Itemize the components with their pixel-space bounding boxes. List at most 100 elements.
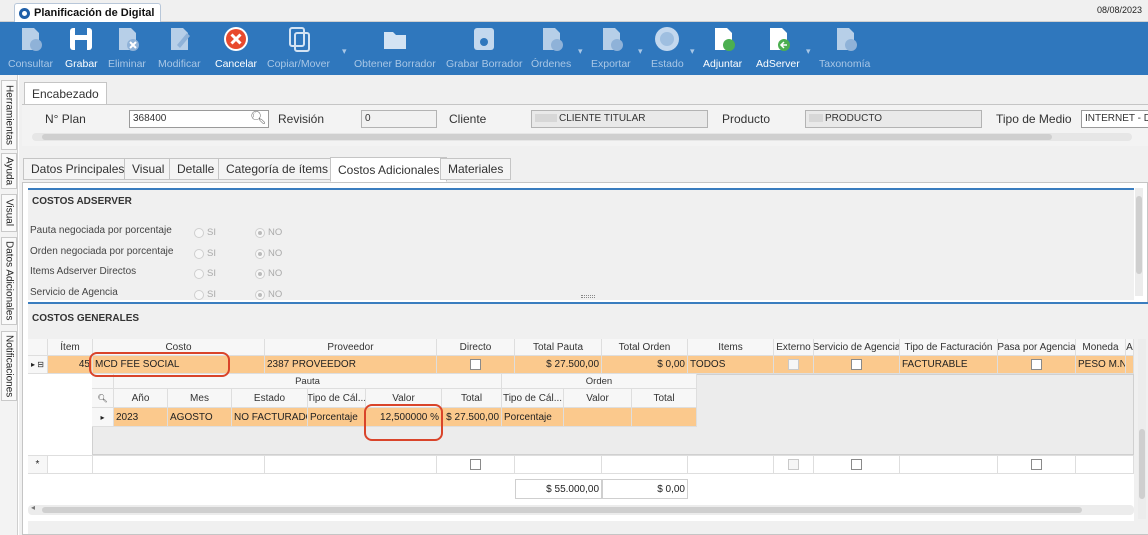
ordenes-button[interactable]: Órdenes [531, 24, 571, 70]
side-tab-herramientas[interactable]: Herramientas [1, 80, 17, 150]
servicio-agencia-checkbox[interactable] [851, 459, 862, 470]
tab-detalle[interactable]: Detalle [169, 158, 223, 180]
pasa-agencia-checkbox[interactable] [1031, 359, 1042, 370]
filter-icon[interactable]: 🔍︎ [92, 389, 114, 408]
proveedor-cell[interactable]: 2387 PROVEEDOR [265, 356, 437, 374]
detail-anio-cell[interactable]: 2023 [114, 408, 168, 427]
cancelar-button[interactable]: Cancelar [215, 24, 257, 70]
directo-checkbox[interactable] [470, 359, 481, 370]
producto-input[interactable]: PRODUCTO [805, 110, 982, 128]
column-header[interactable]: Tipo de Facturación [900, 339, 998, 356]
tab-encabezado[interactable]: Encabezado [24, 82, 107, 105]
detail-column-header[interactable]: Mes [168, 389, 232, 408]
detail-column-header[interactable]: Valor [564, 389, 632, 408]
detail-column-header[interactable]: Total [632, 389, 697, 408]
plan-input[interactable]: 368400 [129, 110, 269, 128]
consultar-button[interactable]: Consultar [8, 24, 53, 70]
detail-column-header[interactable]: Tipo de Cál... [502, 389, 564, 408]
modificar-button[interactable]: Modificar [158, 24, 201, 70]
revision-input[interactable]: 0 [361, 110, 437, 128]
scroll-thumb[interactable] [42, 134, 1052, 140]
column-header[interactable]: Externo [774, 339, 814, 356]
total-orden-cell[interactable]: $ 0,00 [602, 356, 688, 374]
column-header[interactable]: Proveedor [265, 339, 437, 356]
copiar-mover-button[interactable]: Copiar/Mover [267, 24, 330, 70]
column-header[interactable]: Ítem [48, 339, 93, 356]
column-header[interactable]: Total Orden [602, 339, 688, 356]
search-icon[interactable]: 🔍︎ [250, 110, 267, 126]
new-row-cell[interactable] [48, 456, 93, 474]
tab-datos-principales[interactable]: Datos Principales [23, 158, 133, 180]
new-row-cell[interactable] [93, 456, 265, 474]
new-row-cell[interactable] [1076, 456, 1134, 474]
scroll-thumb[interactable] [42, 507, 1082, 513]
column-header[interactable]: Pasa por Agencia [998, 339, 1076, 356]
header-hscrollbar[interactable] [32, 133, 1132, 141]
radio-no[interactable]: NO [255, 248, 282, 259]
detail-estado-cell[interactable]: NO FACTURADO [232, 408, 308, 427]
directo-cell[interactable] [437, 356, 515, 374]
extra-cell[interactable] [1126, 356, 1134, 374]
servicio-agencia-cell[interactable] [814, 356, 900, 374]
column-header[interactable]: Servicio de Agencia [814, 339, 900, 356]
estado-button[interactable]: Estado [651, 24, 684, 70]
row-indicator-icon[interactable]: ▸ ⊟ [28, 356, 48, 374]
adserver-button[interactable]: AdServer [756, 24, 800, 70]
scroll-left-icon[interactable]: ◂ [31, 503, 35, 512]
externo-checkbox[interactable] [788, 459, 799, 470]
column-header[interactable]: Moneda [1076, 339, 1126, 356]
exportar-button[interactable]: Exportar [591, 24, 631, 70]
column-header[interactable]: Total Pauta [515, 339, 602, 356]
tipo-facturacion-cell[interactable]: FACTURABLE [900, 356, 998, 374]
scroll-thumb[interactable] [1139, 429, 1145, 499]
radio-no[interactable]: NO [255, 289, 282, 300]
tab-visual[interactable]: Visual [124, 158, 173, 180]
column-header[interactable]: Directo [437, 339, 515, 356]
taxonomia-button[interactable]: Taxonomía [819, 24, 870, 70]
new-row-asterisk-icon[interactable]: * [28, 456, 48, 474]
grid-vscrollbar[interactable] [1138, 339, 1146, 519]
detail-column-header[interactable]: Estado [232, 389, 308, 408]
servicio-agencia-checkbox[interactable] [851, 359, 862, 370]
radio-no[interactable]: NO [255, 268, 282, 279]
side-tab-notificaciones[interactable]: Notificaciones [1, 331, 17, 401]
externo-checkbox[interactable] [788, 359, 799, 370]
detail-column-header[interactable]: Año [114, 389, 168, 408]
moneda-cell[interactable]: PESO M.N. [1076, 356, 1126, 374]
new-row-cell[interactable] [437, 456, 515, 474]
externo-cell[interactable] [774, 356, 814, 374]
radio-no[interactable]: NO [255, 227, 282, 238]
new-row-cell[interactable] [998, 456, 1076, 474]
detail-column-header[interactable]: Tipo de Cál... [308, 389, 366, 408]
detail-orden-valor-cell[interactable] [564, 408, 632, 427]
grid-hscrollbar[interactable]: ◂ [28, 503, 1134, 515]
tab-costos-adicionales[interactable]: Costos Adicionales [330, 157, 448, 182]
side-tab-datos-adicionales[interactable]: Datos Adicionales [1, 237, 17, 325]
radio-si[interactable]: SI [194, 248, 216, 259]
new-row-cell[interactable] [265, 456, 437, 474]
item-cell[interactable]: 45 [48, 356, 93, 374]
new-row-cell[interactable] [688, 456, 774, 474]
splitter-grip-icon[interactable] [581, 295, 595, 298]
detail-mes-cell[interactable]: AGOSTO [168, 408, 232, 427]
tab-categoria-items[interactable]: Categoría de ítems [218, 158, 337, 180]
detail-orden-tipo-calculo-cell[interactable]: Porcentaje [502, 408, 564, 427]
eliminar-button[interactable]: Eliminar [108, 24, 146, 70]
detail-column-header[interactable]: Total [442, 389, 502, 408]
pasa-agencia-cell[interactable] [998, 356, 1076, 374]
detail-total-cell[interactable]: $ 27.500,00 [442, 408, 502, 427]
grabar-button[interactable]: Grabar [65, 24, 98, 70]
column-header[interactable]: Items [688, 339, 774, 356]
cliente-input[interactable]: CLIENTE TITULAR [531, 110, 708, 128]
items-cell[interactable]: TODOS [688, 356, 774, 374]
side-tab-ayuda[interactable]: Ayuda [1, 153, 17, 189]
row-pointer-icon[interactable]: ▸ [92, 408, 114, 427]
tipo-medio-input[interactable]: INTERNET - DIG [1081, 110, 1148, 128]
scroll-thumb[interactable] [1136, 196, 1142, 274]
detail-tipo-calculo-cell[interactable]: Porcentaje [308, 408, 366, 427]
new-row-cell[interactable] [602, 456, 688, 474]
new-row-cell[interactable] [814, 456, 900, 474]
column-header[interactable]: A [1126, 339, 1134, 356]
radio-si[interactable]: SI [194, 227, 216, 238]
tab-materiales[interactable]: Materiales [440, 158, 512, 180]
